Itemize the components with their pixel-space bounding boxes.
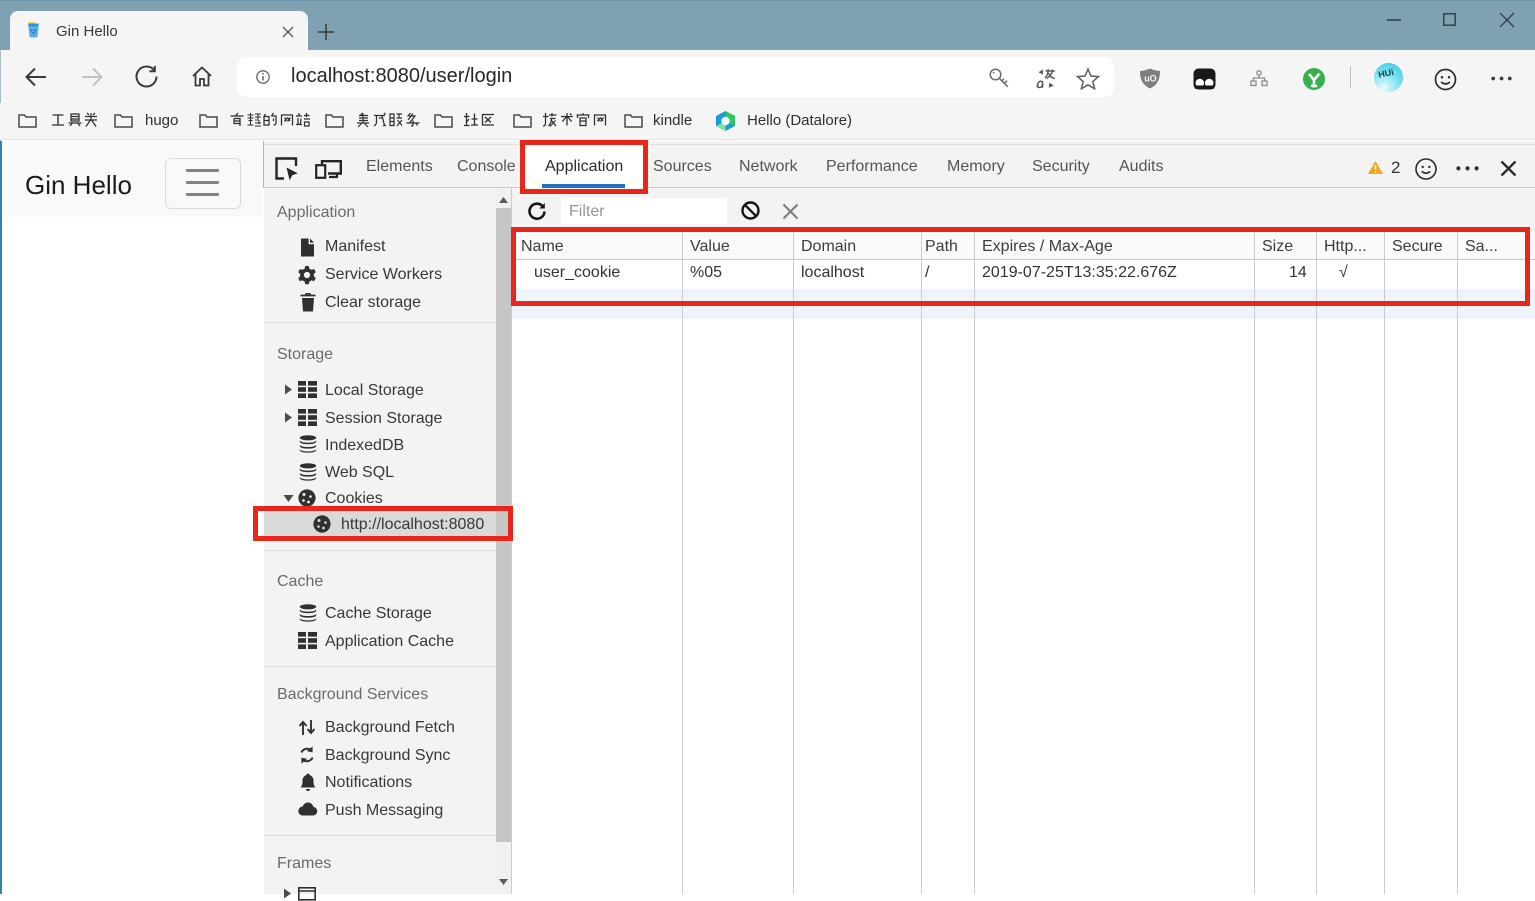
svg-text:uO: uO [1144, 74, 1157, 84]
